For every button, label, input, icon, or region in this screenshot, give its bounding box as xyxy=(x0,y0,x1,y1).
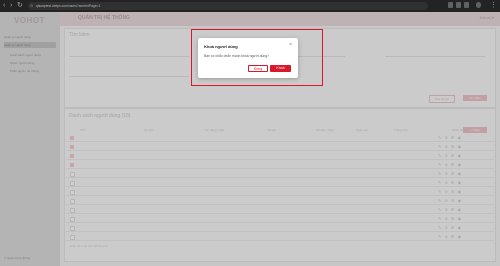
confirm-lock-button[interactable]: Khoá xyxy=(270,65,291,72)
cancel-button[interactable]: Đóng xyxy=(248,65,268,72)
dialog-message: Bạn có chắc chắn muốn khoá người dùng? xyxy=(204,54,270,58)
close-icon[interactable]: × xyxy=(289,42,292,48)
dialog-title: Khoá người dùng xyxy=(204,44,238,49)
lock-user-dialog: Khoá người dùng × Bạn có chắc chắn muốn … xyxy=(198,38,298,78)
